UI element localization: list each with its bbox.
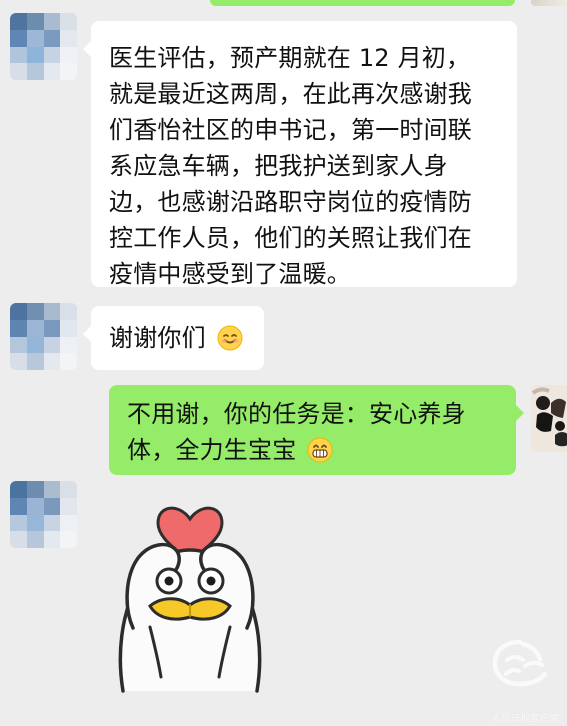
message-line: 体，全力生宝宝 xyxy=(127,436,297,464)
message-line: 疫情中感受到了温暖。 xyxy=(109,260,351,288)
previous-message-bubble xyxy=(210,0,515,6)
bubble-tail xyxy=(516,405,524,421)
message-line: 就是最近这两周，在此再次感谢我 xyxy=(109,80,472,108)
message-line: 系应急车辆，把我护送到家人身 xyxy=(109,152,448,180)
contact-avatar[interactable] xyxy=(10,481,77,548)
contact-avatar[interactable] xyxy=(10,303,77,370)
watermark-logo xyxy=(484,634,550,702)
bubble-tail xyxy=(83,326,91,342)
message-line: 医生评估，预产期就在 12 月初， xyxy=(109,44,471,72)
outgoing-message-bubble[interactable]: 不用谢，你的任务是：安心养身 体，全力生宝宝 xyxy=(109,385,524,475)
message-text: 谢谢你们 xyxy=(109,324,206,352)
message-line: 们香怡社区的申书记，第一时间联 xyxy=(109,116,472,144)
contact-avatar[interactable] xyxy=(10,13,77,80)
message-line: 边，也感谢沿路职守岗位的疫情防 xyxy=(109,188,472,216)
message-line: 控工作人员，他们的关照让我们在 xyxy=(109,224,472,252)
watermark-text: 人民日报客户端 xyxy=(491,714,559,724)
previous-sender-avatar[interactable] xyxy=(531,0,567,6)
incoming-message-bubble[interactable]: 谢谢你们 xyxy=(83,306,264,370)
incoming-message-bubble[interactable]: 医生评估，预产期就在 12 月初， 就是最近这两周，在此再次感谢我 们香怡社区的… xyxy=(83,21,517,288)
bubble-tail xyxy=(83,41,91,57)
smile-icon xyxy=(216,324,244,362)
my-avatar[interactable] xyxy=(531,385,567,452)
duck-heart-sticker[interactable] xyxy=(110,495,270,695)
message-line: 不用谢，你的任务是：安心养身 xyxy=(127,400,466,428)
grin-icon xyxy=(306,436,334,474)
